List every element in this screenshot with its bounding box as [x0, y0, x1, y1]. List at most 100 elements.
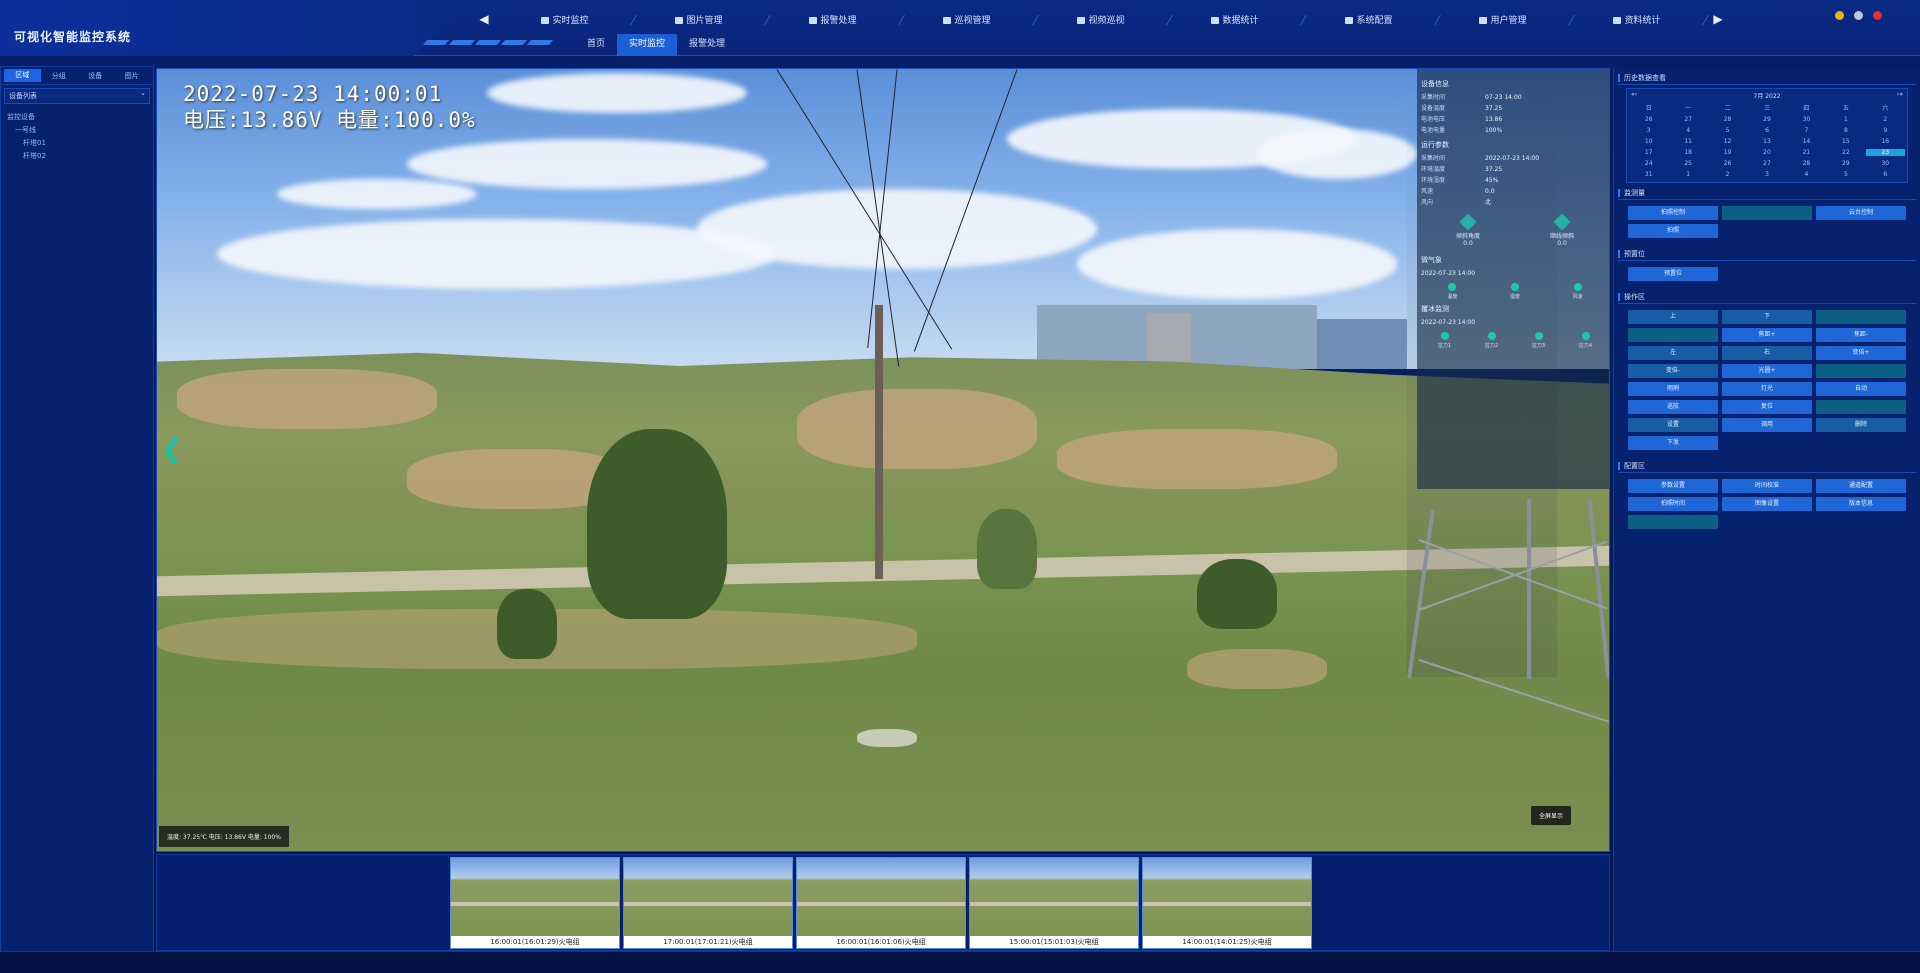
calendar-day[interactable]: 29	[1747, 116, 1786, 123]
control-button[interactable]: 图像设置	[1722, 497, 1812, 511]
control-button[interactable]: 参数设置	[1628, 479, 1718, 493]
nav-item-reports[interactable]: 资料统计	[1570, 13, 1704, 26]
calendar-day[interactable]: 28	[1787, 160, 1826, 167]
calendar-day[interactable]: 17	[1629, 149, 1668, 156]
thumbnail[interactable]: 17:00:01(17:01:21)火电组	[623, 857, 793, 949]
calendar-day[interactable]: 11	[1668, 138, 1707, 145]
control-button[interactable]: 预置位	[1628, 267, 1718, 281]
tree-node[interactable]: 杆塔02	[7, 150, 147, 163]
control-button[interactable]: 雨刷	[1628, 382, 1718, 396]
calendar-day[interactable]: 13	[1747, 138, 1786, 145]
sidebar-tab-group[interactable]: 分组	[41, 71, 78, 81]
tree-node[interactable]: 杆塔01	[7, 137, 147, 150]
thumbnail[interactable]: 16:00:01(16:01:29)火电组	[450, 857, 620, 949]
thumbnail[interactable]: 14:00:01(14:01:25)火电组	[1142, 857, 1312, 949]
control-button[interactable]: 复位	[1722, 400, 1812, 414]
control-button[interactable]: 焦距-	[1816, 328, 1906, 342]
video-viewport[interactable]: 2022-07-23 14:00:01 电压:13.86V 电量:100.0% …	[156, 68, 1610, 852]
control-button[interactable]	[1816, 400, 1906, 414]
calendar-day[interactable]: 1	[1668, 171, 1707, 178]
device-list-select[interactable]: 设备列表	[4, 88, 150, 104]
sidebar-tab-device[interactable]: 设备	[77, 71, 114, 81]
control-button[interactable]: 灯光	[1722, 382, 1812, 396]
control-button[interactable]: 焦距+	[1722, 328, 1812, 342]
calendar-day[interactable]: 7	[1787, 127, 1826, 134]
calendar-day[interactable]: 14	[1787, 138, 1826, 145]
calendar-next-icon[interactable]: ›»	[1897, 91, 1903, 101]
control-button[interactable]	[1628, 515, 1718, 529]
calendar-day[interactable]: 22	[1826, 149, 1865, 156]
calendar-day[interactable]: 24	[1629, 160, 1668, 167]
calendar-day[interactable]: 3	[1629, 127, 1668, 134]
calendar-day[interactable]: 6	[1866, 171, 1905, 178]
control-button[interactable]	[1816, 310, 1906, 324]
control-button[interactable]: 光圈+	[1722, 364, 1812, 378]
calendar-day[interactable]: 10	[1629, 138, 1668, 145]
nav-item-users[interactable]: 用户管理	[1436, 13, 1570, 26]
tab-realtime[interactable]: 实时监控	[617, 34, 678, 56]
control-button[interactable]: 时间校准	[1722, 479, 1812, 493]
calendar-day[interactable]: 19	[1708, 149, 1747, 156]
calendar-day[interactable]: 20	[1747, 149, 1786, 156]
calendar-day[interactable]: 23	[1865, 149, 1905, 156]
calendar-day[interactable]: 8	[1826, 127, 1865, 134]
thumbnail[interactable]: 15:00:01(15:01:03)火电组	[969, 857, 1139, 949]
control-button[interactable]: 拍照	[1628, 224, 1718, 238]
control-button[interactable]: 拍照时间	[1628, 497, 1718, 511]
calendar-day[interactable]: 1	[1826, 116, 1865, 123]
power-icon[interactable]	[1873, 11, 1882, 20]
tab-home[interactable]: 首页	[575, 34, 617, 56]
nav-item-video-patrol[interactable]: 视频巡视	[1034, 13, 1168, 26]
calendar-day[interactable]: 26	[1629, 116, 1668, 123]
calendar-day[interactable]: 5	[1826, 171, 1865, 178]
control-button[interactable]: 变倍+	[1816, 346, 1906, 360]
calendar-prev-icon[interactable]: «‹	[1631, 91, 1637, 101]
calendar-day[interactable]: 9	[1866, 127, 1905, 134]
calendar-day[interactable]: 12	[1708, 138, 1747, 145]
calendar-day[interactable]: 25	[1668, 160, 1707, 167]
calendar-day[interactable]: 27	[1747, 160, 1786, 167]
control-button[interactable]: 版本信息	[1816, 497, 1906, 511]
calendar-day[interactable]: 31	[1629, 171, 1668, 178]
control-button[interactable]: 左	[1628, 346, 1718, 360]
control-button[interactable]	[1722, 206, 1812, 220]
sidebar-tab-image[interactable]: 图片	[114, 71, 151, 81]
calendar-day[interactable]: 18	[1668, 149, 1707, 156]
control-button[interactable]: 通道配置	[1816, 479, 1906, 493]
control-button[interactable]: 变倍-	[1628, 364, 1718, 378]
nav-item-config[interactable]: 系统配置	[1302, 13, 1436, 26]
calendar-day[interactable]: 4	[1668, 127, 1707, 134]
calendar-day[interactable]: 21	[1787, 149, 1826, 156]
prev-image-arrow-icon[interactable]: ❮	[161, 435, 183, 465]
settings-icon[interactable]	[1854, 11, 1863, 20]
bell-icon[interactable]	[1835, 11, 1844, 20]
tree-node[interactable]: 一号线	[7, 124, 147, 137]
control-button[interactable]: 下发	[1628, 436, 1718, 450]
control-button[interactable]: 调用	[1722, 418, 1812, 432]
nav-prev-arrow-icon[interactable]: ◀	[470, 12, 498, 26]
nav-item-stats[interactable]: 数据统计	[1168, 13, 1302, 26]
nav-item-images[interactable]: 图片管理	[632, 13, 766, 26]
calendar-day[interactable]: 30	[1866, 160, 1905, 167]
sidebar-tab-area[interactable]: 区域	[4, 69, 41, 82]
calendar-day[interactable]: 2	[1866, 116, 1905, 123]
nav-item-patrol[interactable]: 巡视管理	[900, 13, 1034, 26]
tree-node[interactable]: 监控设备	[7, 111, 147, 124]
nav-item-alarms[interactable]: 报警处理	[766, 13, 900, 26]
calendar-day[interactable]: 4	[1787, 171, 1826, 178]
calendar-day[interactable]: 2	[1708, 171, 1747, 178]
control-button[interactable]	[1816, 364, 1906, 378]
calendar-day[interactable]: 30	[1787, 116, 1826, 123]
control-button[interactable]: 自动	[1816, 382, 1906, 396]
tab-alarm[interactable]: 报警处理	[677, 34, 737, 56]
control-button[interactable]: 巡航	[1628, 400, 1718, 414]
control-button[interactable]: 下	[1722, 310, 1812, 324]
thumbnail[interactable]: 16:00:01(16:01:06)火电组	[796, 857, 966, 949]
calendar-day[interactable]: 28	[1708, 116, 1747, 123]
calendar-day[interactable]: 5	[1708, 127, 1747, 134]
control-button[interactable]: 云台控制	[1816, 206, 1906, 220]
calendar-day[interactable]: 29	[1826, 160, 1865, 167]
calendar-day[interactable]: 26	[1708, 160, 1747, 167]
calendar-day[interactable]: 3	[1747, 171, 1786, 178]
calendar-day[interactable]: 6	[1747, 127, 1786, 134]
